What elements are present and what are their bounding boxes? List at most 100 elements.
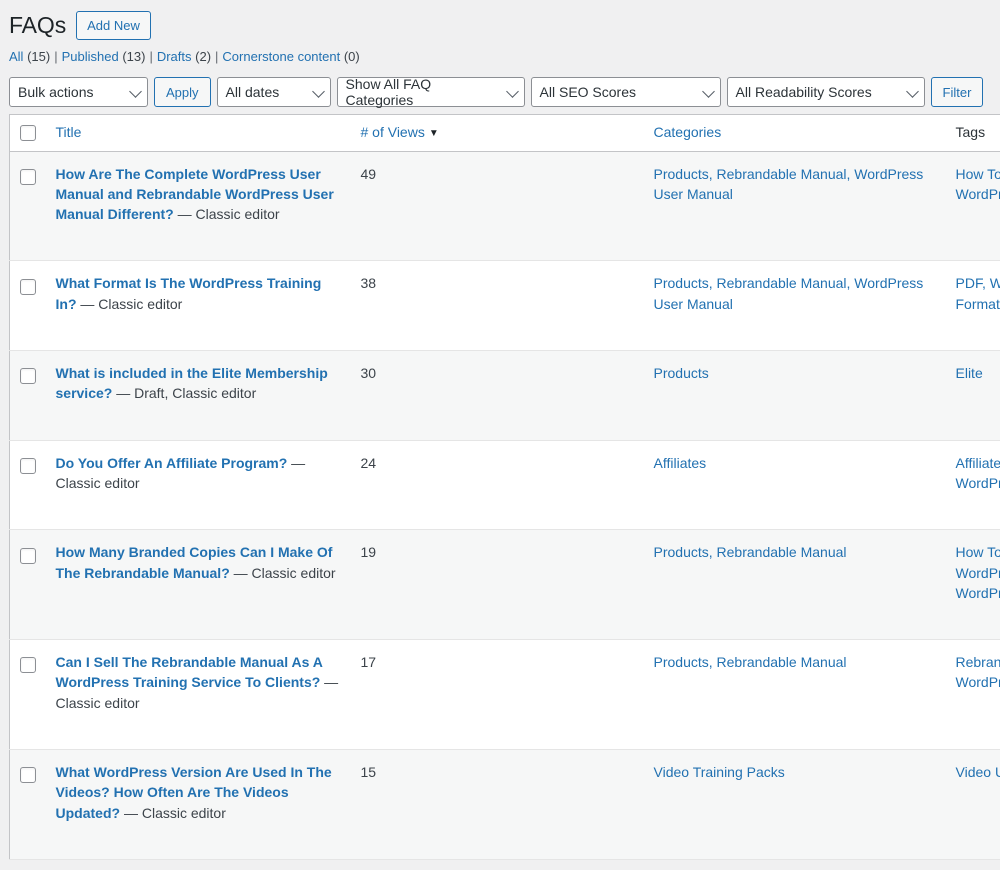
row-categories-value[interactable]: Products, Rebrandable Manual: [654, 544, 847, 560]
row-tags-value[interactable]: Rebrandable Manual, WordPress Training S…: [956, 654, 1000, 690]
row-post-state: — Classic editor: [229, 564, 336, 581]
row-checkbox[interactable]: [20, 368, 36, 385]
select-all-checkbox[interactable]: [20, 125, 36, 142]
table-row: What WordPress Version Are Used In The V…: [9, 749, 1000, 860]
column-header-title[interactable]: Title: [45, 114, 351, 152]
date-filter-select[interactable]: All dates: [216, 77, 331, 107]
status-filter-links: All (15) | Published (13) | Drafts (2) |…: [0, 44, 1000, 70]
row-categories-value[interactable]: Products, Rebrandable Manual, WordPress …: [654, 275, 924, 311]
table-toolbar: Bulk actions Apply All dates Show All FA…: [0, 70, 1000, 114]
table-row: How Many Branded Copies Can I Make Of Th…: [9, 529, 1000, 640]
row-checkbox[interactable]: [20, 547, 36, 564]
row-post-state: — Draft, Classic editor: [112, 385, 257, 402]
row-select-cell: [10, 640, 46, 750]
row-checkbox[interactable]: [20, 657, 36, 674]
chevron-down-icon: [701, 85, 715, 98]
row-views-cell: 49: [351, 151, 644, 261]
row-categories-cell: Products, Rebrandable Manual, WordPress …: [644, 151, 946, 261]
chevron-down-icon: [311, 85, 325, 98]
row-tags-cell: Video Updates: [946, 750, 1000, 860]
seo-score-filter-select[interactable]: All SEO Scores: [530, 77, 721, 107]
sort-descending-icon: ▼: [428, 128, 439, 139]
row-categories-value[interactable]: Products, Rebrandable Manual: [654, 654, 847, 670]
row-categories-cell: Products, Rebrandable Manual: [644, 640, 946, 750]
row-tags-value[interactable]: Affiliate, Affiliate Program, WordPress …: [956, 455, 1000, 491]
filter-button[interactable]: Filter: [930, 77, 984, 107]
row-categories-cell: Products, Rebrandable Manual: [644, 530, 946, 640]
chevron-down-icon: [129, 85, 142, 98]
bulk-actions-value: Bulk actions: [18, 84, 94, 100]
readability-score-filter-value: All Readability Scores: [735, 84, 872, 100]
row-categories-value[interactable]: Video Training Packs: [654, 764, 785, 780]
row-title-cell: Do You Offer An Affiliate Program? — Cla…: [46, 440, 351, 530]
row-title-cell: What is included in the Elite Membership…: [46, 351, 351, 441]
row-tags-value[interactable]: Elite: [956, 365, 983, 381]
status-link-published-count: (13): [122, 49, 146, 64]
status-link-all-label[interactable]: All: [9, 49, 23, 64]
column-header-tags-label: Tags: [955, 124, 986, 140]
row-tags-value[interactable]: Video Updates: [956, 764, 1000, 780]
row-select-cell: [10, 261, 46, 351]
bulk-actions-select[interactable]: Bulk actions: [9, 77, 148, 107]
seo-score-filter-value: All SEO Scores: [539, 84, 637, 100]
status-link-drafts[interactable]: Drafts (2): [157, 44, 211, 70]
row-tags-cell: How To Use The Rebrandable WordPress Use…: [946, 530, 1000, 640]
row-post-state: — Classic editor: [173, 206, 280, 223]
row-views-cell: 24: [351, 440, 644, 530]
table-body: How Are The Complete WordPress User Manu…: [9, 151, 1000, 860]
row-views-value: 19: [360, 544, 377, 561]
row-title-cell: How Are The Complete WordPress User Manu…: [46, 151, 351, 261]
row-title-cell: Can I Sell The Rebrandable Manual As A W…: [46, 640, 351, 750]
table-row: Do You Offer An Affiliate Program? — Cla…: [9, 440, 1000, 530]
row-tags-value[interactable]: PDF, WordPress Training Format: [956, 275, 1000, 311]
column-header-views[interactable]: # of Views ▼: [350, 114, 644, 152]
row-views-cell: 15: [351, 750, 644, 860]
column-header-categories-link[interactable]: Categories: [654, 124, 722, 140]
row-tags-cell: Elite: [946, 351, 1000, 441]
page-header: FAQs Add New: [0, 0, 1000, 44]
status-separator-2: |: [149, 49, 153, 64]
apply-button[interactable]: Apply: [154, 77, 211, 107]
row-checkbox[interactable]: [20, 168, 36, 185]
row-tags-cell: PDF, WordPress Training Format: [946, 261, 1000, 351]
status-link-published-label[interactable]: Published: [62, 49, 119, 64]
row-checkbox[interactable]: [20, 457, 36, 474]
row-title-link[interactable]: Can I Sell The Rebrandable Manual As A W…: [56, 654, 323, 690]
row-tags-value[interactable]: How To Use The Rebrandable WordPress Use…: [956, 544, 1000, 601]
row-categories-value[interactable]: Products: [654, 365, 709, 381]
chevron-down-icon: [505, 85, 519, 98]
select-all-header: [9, 114, 46, 152]
column-header-views-link[interactable]: # of Views: [361, 124, 425, 140]
status-link-cornerstone[interactable]: Cornerstone content (0): [222, 44, 359, 70]
readability-score-filter-select[interactable]: All Readability Scores: [726, 77, 925, 107]
row-title-cell: How Many Branded Copies Can I Make Of Th…: [46, 530, 351, 640]
status-link-all-count: (15): [27, 49, 51, 64]
faq-category-filter-value: Show All FAQ Categories: [345, 76, 432, 108]
column-header-title-link[interactable]: Title: [56, 124, 82, 140]
add-new-button[interactable]: Add New: [76, 10, 151, 41]
row-categories-value[interactable]: Affiliates: [654, 455, 707, 471]
faq-category-filter-select[interactable]: Show All FAQ Categories: [336, 76, 525, 108]
table-row: What is included in the Elite Membership…: [9, 350, 1000, 441]
row-categories-cell: Video Training Packs: [644, 750, 946, 860]
table-row: How Are The Complete WordPress User Manu…: [9, 151, 1000, 261]
row-categories-value[interactable]: Products, Rebrandable Manual, WordPress …: [654, 166, 924, 202]
row-checkbox[interactable]: [20, 767, 36, 784]
row-title-link[interactable]: Do You Offer An Affiliate Program?: [56, 455, 288, 471]
row-views-value: 17: [360, 654, 377, 671]
row-checkbox[interactable]: [20, 278, 36, 295]
chevron-down-icon: [905, 85, 919, 98]
row-title-cell: What Format Is The WordPress Training In…: [46, 261, 351, 351]
status-link-published[interactable]: Published (13): [62, 44, 146, 70]
status-link-cornerstone-count: (0): [343, 49, 360, 64]
row-title-cell: What WordPress Version Are Used In The V…: [46, 750, 351, 860]
row-tags-value[interactable]: How To Use The Complete WordPress User M…: [956, 166, 1000, 202]
status-link-all[interactable]: All (15): [9, 44, 50, 70]
status-link-drafts-count: (2): [195, 49, 212, 64]
row-categories-cell: Products, Rebrandable Manual, WordPress …: [644, 261, 946, 351]
table-row: Can I Sell The Rebrandable Manual As A W…: [9, 640, 1000, 750]
column-header-categories[interactable]: Categories: [643, 114, 946, 152]
status-link-cornerstone-label[interactable]: Cornerstone content: [222, 49, 340, 64]
status-link-drafts-label[interactable]: Drafts: [157, 49, 192, 64]
row-categories-cell: Affiliates: [644, 440, 946, 530]
